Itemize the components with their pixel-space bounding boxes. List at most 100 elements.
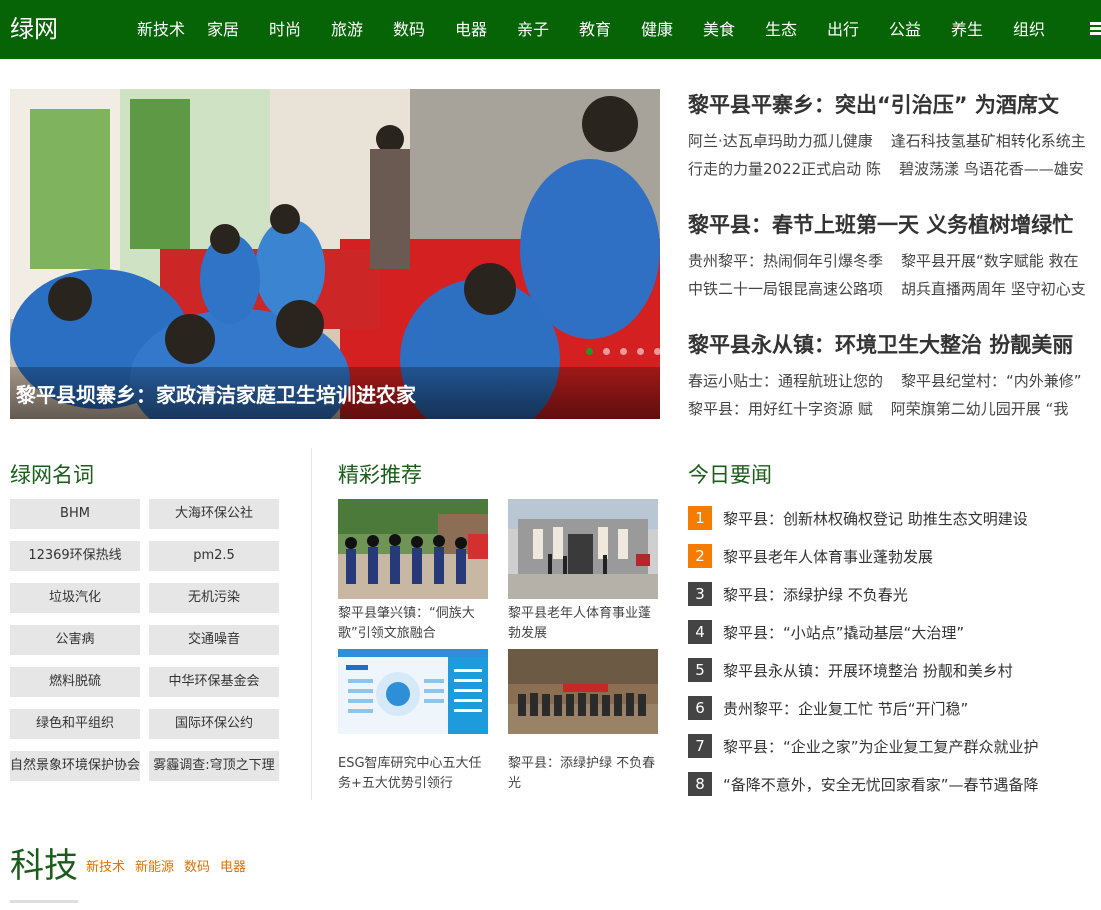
headline-link[interactable]: 黎平县开展“数字赋能 救在 xyxy=(901,252,1079,270)
nav-item-organization[interactable]: 组织 xyxy=(998,0,1060,59)
news-link[interactable]: 黎平县：“企业之家”为企业复工复产群众就业护 xyxy=(723,736,1039,757)
slider-dot[interactable] xyxy=(620,348,627,355)
slider-dot[interactable] xyxy=(654,348,660,355)
headline-link[interactable]: 阿荣旗第二幼儿园开展 “我 xyxy=(891,400,1069,418)
nav-item-digital[interactable]: 数码 xyxy=(378,0,440,59)
rank-badge: 3 xyxy=(688,582,712,606)
headline-link[interactable]: 阿兰·达瓦卓玛助力孤儿健康 xyxy=(688,132,873,150)
news-item[interactable]: 8 “备降不意外，安全无忧回家看家”—春节遇备降 xyxy=(688,765,1101,803)
recommend-card[interactable]: 黎平县肇兴镇：“侗族大歌”引领文旅融合 xyxy=(338,499,488,644)
menu-icon[interactable] xyxy=(1090,22,1101,36)
tech-link[interactable]: 新能源 xyxy=(135,856,174,875)
headline-links-row: 行走的力量2022正式启动 陈碧波荡漾 鸟语花香——雄安 xyxy=(688,155,1101,183)
glossary-tag[interactable]: 中华环保基金会 xyxy=(149,667,279,697)
nav-item-parenting[interactable]: 亲子 xyxy=(502,0,564,59)
headline-link[interactable]: 春运小贴士：通程航班让您的 xyxy=(688,372,883,390)
news-item[interactable]: 3 黎平县：添绿护绿 不负春光 xyxy=(688,575,1101,613)
news-item[interactable]: 1 黎平县：创新林权确权登记 助推生态文明建设 xyxy=(688,499,1101,537)
glossary-tag[interactable]: 燃料脱硫 xyxy=(10,667,140,697)
nav-item-appliance[interactable]: 电器 xyxy=(440,0,502,59)
headline-link[interactable]: 黎平县纪堂村：“内外兼修” xyxy=(901,372,1082,390)
nav-item-health[interactable]: 健康 xyxy=(626,0,688,59)
news-item[interactable]: 7 黎平县：“企业之家”为企业复工复产群众就业护 xyxy=(688,727,1101,765)
tech-link[interactable]: 新技术 xyxy=(86,856,125,875)
tech-section-title: 科技 xyxy=(10,846,78,886)
recommend-caption[interactable]: 黎平县：添绿护绿 不负春光 xyxy=(508,754,658,794)
glossary-tag[interactable]: 绿色和平组织 xyxy=(10,709,140,739)
nav-item-fashion[interactable]: 时尚 xyxy=(254,0,316,59)
glossary-tag-grid: BHM 大海环保公社 12369环保热线 pm2.5 垃圾汽化 无机污染 公害病… xyxy=(10,499,280,781)
news-link[interactable]: 黎平县：“小站点”撬动基层“大治理” xyxy=(723,622,964,643)
rank-badge: 8 xyxy=(688,772,712,796)
rank-badge: 5 xyxy=(688,658,712,682)
recommend-caption[interactable]: 黎平县肇兴镇：“侗族大歌”引领文旅融合 xyxy=(338,604,488,644)
glossary-tag[interactable]: 无机污染 xyxy=(149,583,279,613)
headline-links-row: 阿兰·达瓦卓玛助力孤儿健康 逢石科技氢基矿相转化系统主 xyxy=(688,127,1101,155)
recommend-thumbnail[interactable] xyxy=(338,499,488,599)
slider-dot[interactable] xyxy=(586,348,593,355)
nav-item-wellness[interactable]: 养生 xyxy=(936,0,998,59)
glossary-tag[interactable]: 大海环保公社 xyxy=(149,499,279,529)
recommend-card[interactable]: ESG智库研究中心五大任务+五大优势引领行 xyxy=(338,649,488,794)
nav-item-ecology[interactable]: 生态 xyxy=(750,0,812,59)
news-item[interactable]: 5 黎平县永从镇：开展环境整治 扮靓和美乡村 xyxy=(688,651,1101,689)
news-list: 1 黎平县：创新林权确权登记 助推生态文明建设 2 黎平县老年人体育事业蓬勃发展 3… xyxy=(688,499,1101,803)
news-link[interactable]: “备降不意外，安全无忧回家看家”—春节遇备降 xyxy=(723,774,1039,795)
headline-links-row: 中铁二十一局银昆高速公路项 胡兵直播两周年 坚守初心支 xyxy=(688,275,1101,303)
nav-item-home[interactable]: 家居 xyxy=(192,0,254,59)
recommend-card[interactable]: 黎平县：添绿护绿 不负春光 xyxy=(508,649,658,794)
news-link[interactable]: 黎平县：创新林权确权登记 助推生态文明建设 xyxy=(723,508,1028,529)
news-link[interactable]: 黎平县：添绿护绿 不负春光 xyxy=(723,584,908,605)
news-link[interactable]: 贵州黎平：企业复工忙 节后“开门稳” xyxy=(723,698,968,719)
glossary-tag[interactable]: 交通噪音 xyxy=(149,625,279,655)
recommend-caption[interactable]: 黎平县老年人体育事业蓬勃发展 xyxy=(508,604,658,644)
glossary-tag[interactable]: 公害病 xyxy=(10,625,140,655)
recommend-section-title: 精彩推荐 xyxy=(338,463,422,487)
site-logo[interactable]: 绿网 xyxy=(10,13,58,45)
headline-title[interactable]: 黎平县永从镇：环境卫生大整治 扮靓美丽 xyxy=(688,329,1101,361)
nav-item-food[interactable]: 美食 xyxy=(688,0,750,59)
slider-caption[interactable]: 黎平县坝寨乡：家政清洁家庭卫生培训进农家 xyxy=(16,379,416,408)
nav-item-travel[interactable]: 旅游 xyxy=(316,0,378,59)
glossary-tag[interactable]: 12369环保热线 xyxy=(10,541,140,571)
headline-block: 黎平县：春节上班第一天 义务植树增绿忙 贵州黎平：热闹侗年引爆冬季 黎平县开展“数… xyxy=(688,209,1101,329)
nav-item-new-tech[interactable]: 新技术 xyxy=(130,0,192,59)
tech-link[interactable]: 电器 xyxy=(220,856,246,875)
headline-link[interactable]: 黎平县：用好红十字资源 赋 xyxy=(688,400,873,418)
headline-link[interactable]: 逢石科技氢基矿相转化系统主 xyxy=(891,132,1086,150)
glossary-tag[interactable]: 垃圾汽化 xyxy=(10,583,140,613)
recommend-thumbnail[interactable] xyxy=(508,499,658,599)
headline-title[interactable]: 黎平县平寨乡：突出“引治压” 为酒席文 xyxy=(688,89,1101,121)
headline-link[interactable]: 贵州黎平：热闹侗年引爆冬季 xyxy=(688,252,883,270)
rank-badge: 1 xyxy=(688,506,712,530)
recommend-thumbnail[interactable] xyxy=(338,649,488,734)
headline-link[interactable]: 中铁二十一局银昆高速公路项 xyxy=(688,280,883,298)
recommend-card[interactable]: 黎平县老年人体育事业蓬勃发展 xyxy=(508,499,658,644)
headline-title[interactable]: 黎平县：春节上班第一天 义务植树增绿忙 xyxy=(688,209,1101,241)
glossary-tag[interactable]: 自然景象环境保护协会 xyxy=(10,751,140,781)
glossary-tag[interactable]: 国际环保公约 xyxy=(149,709,279,739)
recommend-caption[interactable]: ESG智库研究中心五大任务+五大优势引领行 xyxy=(338,754,488,794)
tech-subnav: 新技术 新能源 数码 电器 xyxy=(86,856,256,875)
glossary-tag[interactable]: BHM xyxy=(10,499,140,529)
slider-dot[interactable] xyxy=(603,348,610,355)
news-item[interactable]: 4 黎平县：“小站点”撬动基层“大治理” xyxy=(688,613,1101,651)
headline-link[interactable]: 行走的力量2022正式启动 陈 xyxy=(688,160,881,178)
news-item[interactable]: 2 黎平县老年人体育事业蓬勃发展 xyxy=(688,537,1101,575)
nav-item-transport[interactable]: 出行 xyxy=(812,0,874,59)
tech-link[interactable]: 数码 xyxy=(184,856,210,875)
hero-slider[interactable]: 黎平县坝寨乡：家政清洁家庭卫生培训进农家 xyxy=(10,89,660,419)
nav-item-education[interactable]: 教育 xyxy=(564,0,626,59)
headline-link[interactable]: 胡兵直播两周年 坚守初心支 xyxy=(901,280,1086,298)
glossary-tag[interactable]: pm2.5 xyxy=(149,541,279,571)
news-item[interactable]: 6 贵州黎平：企业复工忙 节后“开门稳” xyxy=(688,689,1101,727)
main-nav: 新技术 家居 时尚 旅游 数码 电器 亲子 教育 健康 美食 生态 出行 公益 … xyxy=(130,0,1060,59)
news-link[interactable]: 黎平县老年人体育事业蓬勃发展 xyxy=(723,546,933,567)
news-link[interactable]: 黎平县永从镇：开展环境整治 扮靓和美乡村 xyxy=(723,660,1013,681)
headline-link[interactable]: 碧波荡漾 鸟语花香——雄安 xyxy=(899,160,1084,178)
headline-block: 黎平县永从镇：环境卫生大整治 扮靓美丽 春运小贴士：通程航班让您的 黎平县纪堂村：… xyxy=(688,329,1101,449)
glossary-tag[interactable]: 雾霾调查:穹顶之下理 xyxy=(149,751,279,781)
nav-item-charity[interactable]: 公益 xyxy=(874,0,936,59)
recommend-thumbnail[interactable] xyxy=(508,649,658,734)
slider-dot[interactable] xyxy=(637,348,644,355)
